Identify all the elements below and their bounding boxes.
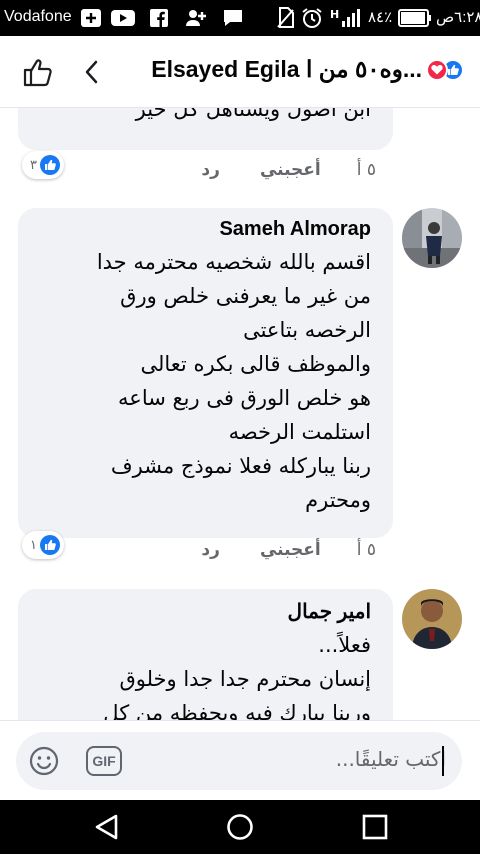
gif-button[interactable]: GIF (86, 746, 122, 776)
post-title-text: Elsayed Egila وه٥٠ من ا... (151, 56, 422, 82)
reaction-count-value: ٣ (30, 157, 37, 173)
comment-reaction-count[interactable]: ١ (22, 531, 64, 559)
profile-photo-icon (402, 208, 462, 268)
emoji-button[interactable] (28, 745, 60, 777)
comment-bubble[interactable]: Sameh Almorap اقسم بالله شخصيه محترمه جد… (18, 208, 393, 538)
comment-like-button[interactable]: أعجبني (260, 160, 321, 180)
comment-time: ٥ أ (356, 160, 376, 180)
navigation-bar (0, 800, 480, 854)
comment-input[interactable]: GIF اكتب تعليقًا... (16, 732, 462, 790)
comment-bubble[interactable]: امير جمال فعلاً... إنسان محترم جدا جدا و… (18, 589, 393, 720)
comment-text: ابن أصول ويستاهل كل خير (135, 108, 371, 121)
comment-time: ٥ أ (356, 540, 376, 560)
comment-reply-button[interactable]: رد (201, 540, 220, 560)
battery-percent: ٨٤٪ (368, 9, 393, 26)
comment-author[interactable]: Sameh Almorap (40, 218, 371, 241)
circle-home-icon (227, 814, 253, 840)
square-recents-icon (362, 814, 388, 840)
back-button[interactable] (80, 58, 104, 86)
nav-back-button[interactable] (92, 812, 122, 842)
like-icon (39, 155, 60, 175)
comment-text: اقسم بالله شخصيه محترمه جدا من غير ما يع… (96, 250, 371, 512)
youtube-icon (110, 8, 136, 28)
comment-placeholder: اكتب تعليقًا... (335, 747, 446, 771)
triangle-back-icon (95, 814, 118, 840)
comment-like-button[interactable]: أعجبني (260, 540, 321, 560)
no-sim-icon (275, 7, 295, 28)
nav-home-button[interactable] (225, 812, 255, 842)
avatar[interactable] (402, 208, 462, 268)
thumbs-up-outline-icon (23, 59, 52, 87)
chevron-left-icon (85, 60, 98, 84)
alarm-icon (301, 8, 323, 28)
comment-reply-button[interactable]: رد (201, 160, 220, 180)
clock: ٦:٢٨ص (436, 9, 480, 26)
signal-icon (340, 8, 362, 28)
screen: Vodafone H ٨٤٪ ٦:٢٨ص Elsayed Egila وه٥٠ … (0, 0, 480, 854)
nav-recents-button[interactable] (360, 812, 390, 842)
post-header: Elsayed Egila وه٥٠ من ا... (0, 36, 480, 108)
profile-photo-icon (402, 589, 462, 649)
like-post-button[interactable] (22, 56, 54, 88)
comment-actions: ٥ أ أعجبني رد (161, 160, 376, 180)
message-icon (222, 8, 244, 28)
facebook-icon (149, 8, 169, 28)
comment-bubble[interactable]: ابن أصول ويستاهل كل خير (18, 108, 393, 150)
friend-request-icon (185, 8, 207, 28)
reaction-count-value: ١ (30, 537, 37, 553)
comment-composer: GIF اكتب تعليقًا... (0, 720, 480, 800)
avatar[interactable] (402, 589, 462, 649)
status-bar: Vodafone H ٨٤٪ ٦:٢٨ص (0, 0, 480, 36)
network-type-label: H (330, 8, 340, 21)
comment-reaction-count[interactable]: ٣ (22, 151, 64, 179)
add-notification-icon (80, 8, 102, 28)
love-icon (426, 58, 448, 81)
comment-author[interactable]: امير جمال (40, 599, 371, 624)
battery-icon (398, 8, 432, 28)
like-icon (39, 535, 60, 555)
text-cursor (442, 746, 444, 776)
comment-actions: ٥ أ أعجبني رد (161, 540, 376, 560)
smiley-icon (29, 746, 59, 776)
post-reactions (426, 58, 464, 81)
comment-text: فعلاً... إنسان محترم جدا جدا وخلوق وربنا… (103, 633, 371, 720)
post-title[interactable]: Elsayed Egila وه٥٠ من ا... (151, 56, 464, 83)
comments-list: ابن أصول ويستاهل كل خير ٣ ٥ أ أعجبني رد (0, 108, 480, 720)
carrier-name: Vodafone (4, 8, 72, 25)
